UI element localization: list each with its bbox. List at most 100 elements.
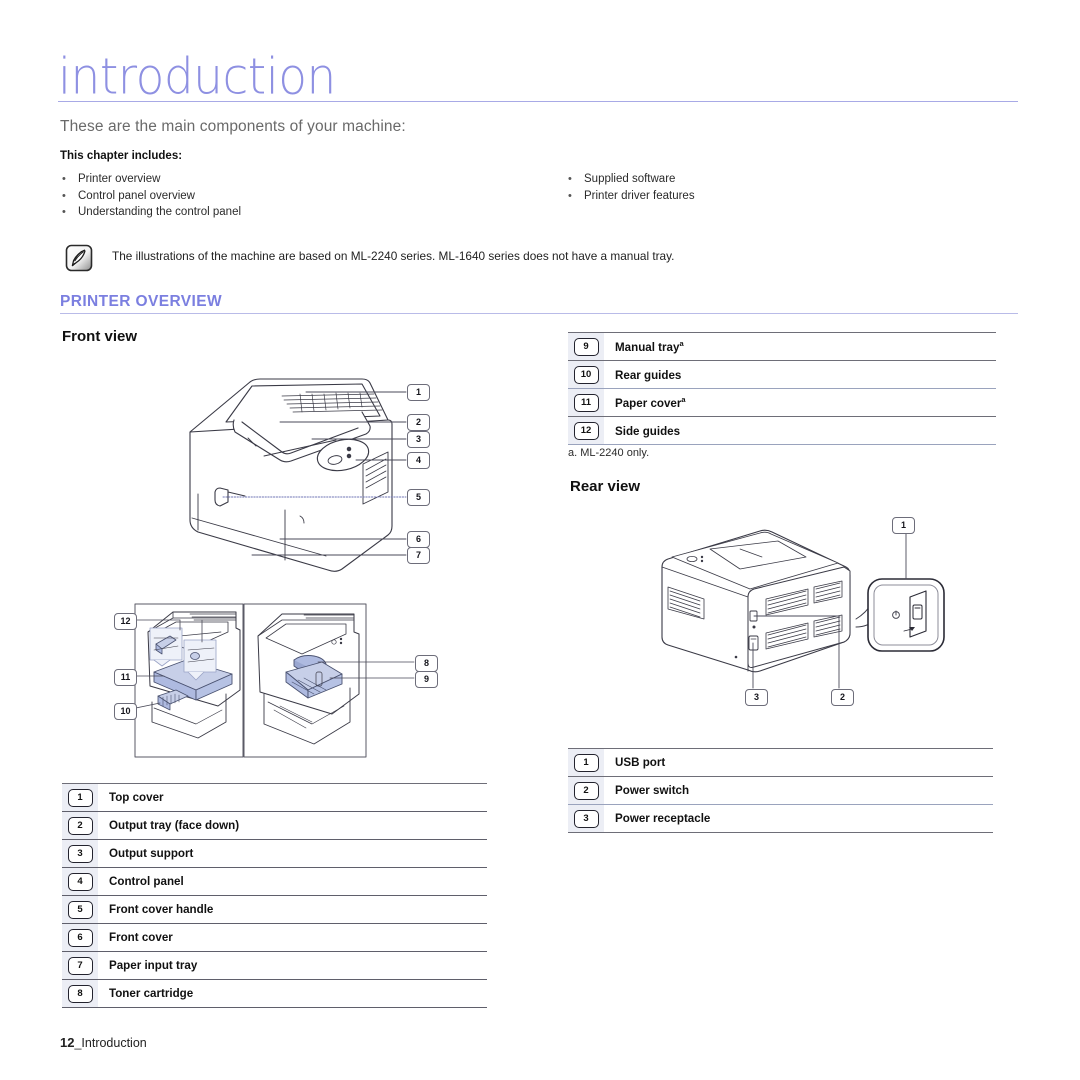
table-row: 3 Output support <box>62 840 487 868</box>
legend-label: Power receptacle <box>615 812 711 825</box>
list-item-label: Printer driver features <box>584 189 695 202</box>
legend-badge: 8 <box>67 984 93 1003</box>
figure-callout-1: 1 <box>407 384 430 401</box>
table-row: 7 Paper input tray <box>62 952 487 980</box>
legend-number-cell: 4 <box>62 868 98 895</box>
legend-badge: 6 <box>67 928 93 947</box>
subheading-rear-view: Rear view <box>570 478 641 495</box>
legend-number-cell: 5 <box>62 896 98 923</box>
figure-callout-9: 9 <box>415 671 438 688</box>
chapter-includes-label: This chapter includes: <box>60 150 183 162</box>
table-row: 11 Paper covera <box>568 389 996 417</box>
legend-label: Top cover <box>109 791 164 804</box>
rear-view-legend-table: 1 USB port 2 Power switch 3 Power recept… <box>568 748 993 833</box>
section-heading-printer-overview: PRINTER OVERVIEW <box>60 293 222 310</box>
chapter-includes-list-left: • Printer overview • Control panel overv… <box>62 173 241 223</box>
legend-number-cell: 11 <box>568 389 604 416</box>
table-row: 4 Control panel <box>62 868 487 896</box>
list-item: • Supplied software <box>568 173 695 186</box>
figure-callout-4: 4 <box>407 452 430 469</box>
table-row: 2 Output tray (face down) <box>62 812 487 840</box>
legend-label: Front cover handle <box>109 903 214 916</box>
legend-label: Side guides <box>604 423 680 438</box>
note-pen-icon <box>65 244 93 272</box>
figure-callout-10: 10 <box>114 703 137 720</box>
bullet-icon: • <box>62 173 66 185</box>
subheading-front-view: Front view <box>62 328 138 345</box>
list-item-label: Understanding the control panel <box>78 206 242 218</box>
list-item: • Printer overview <box>62 173 241 186</box>
legend-badge: 7 <box>67 956 93 975</box>
legend-number-cell: 8 <box>62 980 98 1007</box>
legend-number-cell: 2 <box>62 812 98 839</box>
legend-number-cell: 9 <box>568 333 604 360</box>
legend-badge: 3 <box>573 809 599 828</box>
footnote-marker: a <box>681 395 686 405</box>
list-item-label: Printer overview <box>78 173 161 185</box>
legend-number-cell: 3 <box>62 840 98 867</box>
legend-badge: 1 <box>67 788 93 807</box>
legend-label: Power switch <box>615 784 690 797</box>
legend-label: Paper covera <box>604 395 686 410</box>
legend-badge: 11 <box>573 393 599 412</box>
footnote-marker: a <box>679 339 684 349</box>
figure-callout-6: 6 <box>407 531 430 548</box>
legend-badge: 4 <box>67 872 93 891</box>
table-row: 12 Side guides <box>568 417 996 445</box>
legend-badge: 2 <box>573 781 599 800</box>
legend-number-cell: 3 <box>568 805 604 832</box>
legend-label-text: Paper cover <box>615 396 682 410</box>
note-callout: The illustrations of the machine are bas… <box>62 240 1012 280</box>
legend-label-text: Manual tray <box>615 340 680 354</box>
front-view-legend-table-continued: 9 Manual traya 10 Rear guides 11 Paper c… <box>568 332 996 445</box>
table-row: 5 Front cover handle <box>62 896 487 924</box>
table-row: 2 Power switch <box>568 777 993 805</box>
legend-number-cell: 12 <box>568 417 604 444</box>
figure-callout-3: 3 <box>407 431 430 448</box>
footer-chapter-name: Introduction <box>81 1036 147 1050</box>
legend-badge: 1 <box>573 753 599 772</box>
legend-label: Front cover <box>109 931 173 944</box>
list-item-label: Supplied software <box>584 173 676 185</box>
title-divider <box>58 101 1018 102</box>
table-row: 9 Manual traya <box>568 332 996 361</box>
page-subtitle: These are the main components of your ma… <box>60 118 406 135</box>
table-row: 3 Power receptacle <box>568 805 993 833</box>
figure-callout-5: 5 <box>407 489 430 506</box>
table-row: 1 Top cover <box>62 783 487 812</box>
legend-badge: 10 <box>573 365 599 384</box>
bullet-icon: • <box>568 189 572 202</box>
front-view-detail-illustration: 12 11 10 8 9 <box>114 598 458 766</box>
legend-label-text: Rear guides <box>615 368 682 382</box>
legend-number-cell: 1 <box>568 749 604 776</box>
legend-label: Manual traya <box>604 339 684 354</box>
figure-callout-7: 7 <box>407 547 430 564</box>
legend-label: USB port <box>615 756 666 769</box>
table-row: 10 Rear guides <box>568 361 996 389</box>
chapter-includes-list-right: • Supplied software • Printer driver fea… <box>568 173 695 206</box>
legend-label-text: Side guides <box>615 424 681 438</box>
legend-label: Paper input tray <box>109 959 198 972</box>
bullet-icon: • <box>568 173 572 185</box>
rear-view-illustration: 1 3 2 <box>610 505 1000 725</box>
legend-number-cell: 1 <box>62 784 98 811</box>
figure-callout-12: 12 <box>114 613 137 630</box>
legend-badge: 12 <box>573 421 599 440</box>
rear-figure-callout-1: 1 <box>892 517 915 534</box>
legend-label: Rear guides <box>604 367 681 382</box>
figure-callout-8: 8 <box>415 655 438 672</box>
list-item: • Control panel overview <box>62 190 241 203</box>
front-view-legend-table: 1 Top cover 2 Output tray (face down) 3 … <box>62 783 487 1008</box>
bullet-icon: • <box>62 206 66 218</box>
legend-label: Output tray (face down) <box>109 819 240 832</box>
legend-badge: 5 <box>67 900 93 919</box>
page-footer: 12_Introduction <box>60 1035 147 1050</box>
rear-figure-callout-3: 3 <box>745 689 768 706</box>
table-footnote: a. ML-2240 only. <box>568 447 650 459</box>
legend-badge: 3 <box>67 844 93 863</box>
footer-page-number: 12 <box>60 1035 75 1050</box>
legend-label: Output support <box>109 847 194 860</box>
table-row: 6 Front cover <box>62 924 487 952</box>
table-row: 8 Toner cartridge <box>62 980 487 1008</box>
legend-number-cell: 10 <box>568 361 604 388</box>
